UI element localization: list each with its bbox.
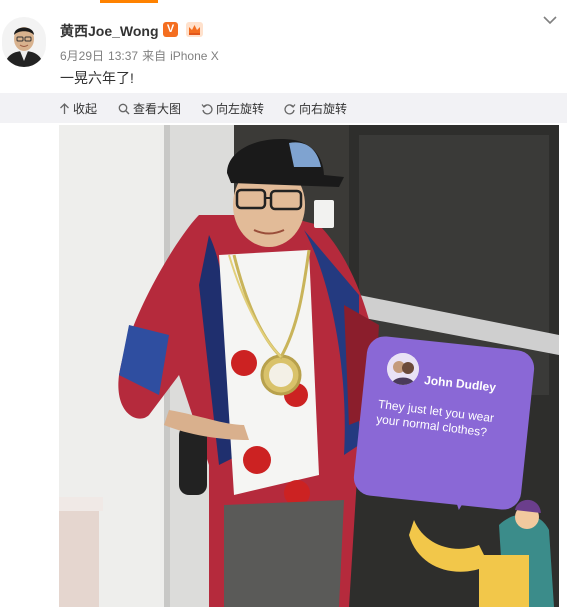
username[interactable]: 黄西Joe_Wong [60, 21, 159, 41]
commenter-avatar [387, 353, 419, 385]
chevron-down-icon[interactable] [543, 15, 557, 25]
post-text: 一晃六年了! [60, 70, 134, 86]
avatar[interactable] [2, 17, 46, 67]
image-toolbar: 收起 查看大图 向左旋转 向右旋转 [0, 93, 567, 123]
verified-badge: V [163, 22, 178, 37]
rotate-left-button[interactable]: 向左旋转 [201, 100, 264, 117]
post-time[interactable]: 13:37 [108, 49, 138, 63]
collapse-arrow-icon [60, 102, 69, 114]
rotate-right-icon [284, 103, 296, 114]
rotate-right-button[interactable]: 向右旋转 [284, 100, 347, 117]
view-large-label: 查看大图 [133, 102, 182, 116]
view-large-button[interactable]: 查看大图 [118, 100, 181, 117]
search-icon [118, 103, 130, 114]
source-prefix: 来自 [142, 49, 167, 63]
top-accent-bar [100, 0, 158, 3]
source-link[interactable]: iPhone X [170, 49, 219, 63]
rotate-left-icon [201, 103, 213, 114]
collapse-label: 收起 [73, 102, 98, 116]
post-meta: 6月29日 13:37 来自 iPhone X [60, 47, 223, 64]
post-date[interactable]: 6月29日 [60, 49, 104, 63]
comment-bubble-tail [448, 487, 472, 511]
collapse-button[interactable]: 收起 [59, 100, 97, 117]
vip-crown-icon[interactable] [186, 22, 203, 37]
rotate-left-label: 向左旋转 [216, 102, 265, 116]
rotate-right-label: 向右旋转 [299, 102, 348, 116]
